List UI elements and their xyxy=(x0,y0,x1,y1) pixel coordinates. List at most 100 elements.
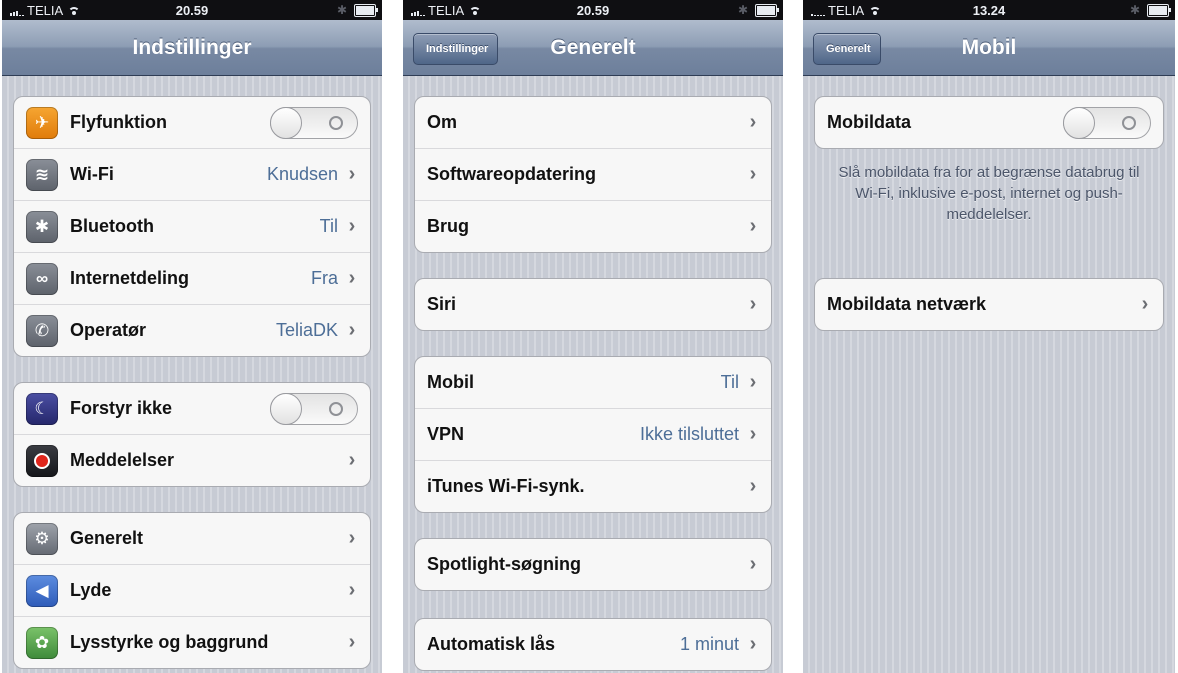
settings-row-forstyr-ikke[interactable]: ☾ Forstyr ikke xyxy=(14,383,370,434)
back-button[interactable]: Indstillinger xyxy=(413,33,499,65)
settings-group-about: Om › Softwareopdatering › Brug › xyxy=(414,96,772,253)
settings-row-internetdeling[interactable]: ∞ Internetdeling Fra › xyxy=(14,252,370,304)
settings-row-brug[interactable]: Brug › xyxy=(415,200,771,252)
settings-group-spotlight: Spotlight-søgning › xyxy=(414,538,772,591)
signal-strength-icon xyxy=(811,6,825,16)
settings-row-bluetooth[interactable]: ✱ Bluetooth Til › xyxy=(14,200,370,252)
notifications-icon xyxy=(26,444,58,477)
settings-row-vpn[interactable]: VPN Ikke tilsluttet › xyxy=(415,408,771,460)
row-value: Til xyxy=(319,216,338,236)
settings-row-generelt[interactable]: ⚙ Generelt › xyxy=(14,513,370,564)
wifi-status-icon xyxy=(469,6,482,15)
row-label: Brug xyxy=(427,216,469,236)
navigation-bar: Generelt Indstillinger xyxy=(403,20,783,76)
signal-strength-icon xyxy=(411,6,425,16)
chevron-right-icon: › xyxy=(749,293,757,315)
battery-icon xyxy=(755,3,779,17)
settings-group-mobildata: Mobildata xyxy=(814,96,1164,149)
status-bar: TELIA 20.59 ✱ xyxy=(2,0,382,20)
settings-row-operator[interactable]: ✆ Operatør TeliaDK › xyxy=(14,304,370,356)
chevron-right-icon: › xyxy=(749,163,757,185)
chevron-right-icon: › xyxy=(749,423,757,445)
wifi-status-icon xyxy=(68,6,81,15)
status-bar: TELIA 20.59 ✱ xyxy=(403,0,783,20)
row-value: Knudsen xyxy=(266,164,338,184)
settings-row-mobildata-netvaerk[interactable]: Mobildata netværk › xyxy=(815,279,1163,330)
row-value: Ikke tilsluttet xyxy=(639,424,739,444)
settings-row-siri[interactable]: Siri › xyxy=(415,279,771,330)
carrier-label: TELIA xyxy=(828,3,865,18)
settings-row-meddelelser[interactable]: Meddelelser › xyxy=(14,434,370,486)
wifi-icon: ≋ xyxy=(26,158,58,191)
back-button-label: Indstillinger xyxy=(426,43,489,55)
settings-row-om[interactable]: Om › xyxy=(415,97,771,148)
settings-group-mobildata-network: Mobildata netværk › xyxy=(814,278,1164,331)
row-label: Internetdeling xyxy=(70,268,190,288)
airplane-mode-toggle[interactable] xyxy=(270,106,358,139)
chain-link-icon: ∞ xyxy=(26,262,58,295)
bluetooth-status-icon: ✱ xyxy=(1129,3,1140,17)
chevron-right-icon: › xyxy=(348,163,356,185)
settings-row-lysstyrke[interactable]: ✿ Lysstyrke og baggrund › xyxy=(14,616,370,668)
settings-group-connectivity: ✈ Flyfunktion ≋ Wi-Fi Knudsen › ✱ Blueto… xyxy=(13,96,371,357)
settings-group-network: Mobil Til › VPN Ikke tilsluttet › iTunes… xyxy=(414,356,772,513)
row-label: Operatør xyxy=(70,320,147,340)
carrier-label: TELIA xyxy=(428,3,465,18)
settings-row-automatisk-laas[interactable]: Automatisk lås 1 minut › xyxy=(415,619,771,670)
chevron-right-icon: › xyxy=(348,267,356,289)
page-title: Indstillinger xyxy=(132,36,252,59)
mobile-screen: TELIA 13.24 ✱ Mobil Generelt Mobildata S… xyxy=(803,0,1175,673)
mobile-data-footnote: Slå mobildata fra for at begrænse databr… xyxy=(838,164,1140,223)
bluetooth-status-icon: ✱ xyxy=(737,3,748,17)
navigation-bar: Indstillinger xyxy=(2,20,382,76)
back-button-label: Generelt xyxy=(826,43,871,55)
settings-row-mobil[interactable]: Mobil Til › xyxy=(415,357,771,408)
chevron-right-icon: › xyxy=(348,631,356,653)
settings-row-softwareopdatering[interactable]: Softwareopdatering › xyxy=(415,148,771,200)
do-not-disturb-toggle[interactable] xyxy=(270,392,358,425)
bluetooth-status-icon: ✱ xyxy=(336,3,347,17)
chevron-right-icon: › xyxy=(749,215,757,237)
row-label: Mobil xyxy=(427,372,474,392)
settings-row-lyde[interactable]: ◀ Lyde › xyxy=(14,564,370,616)
phone-icon: ✆ xyxy=(26,314,58,347)
wifi-status-icon xyxy=(869,6,882,15)
chevron-right-icon: › xyxy=(348,215,356,237)
chevron-right-icon: › xyxy=(1141,293,1149,315)
settings-row-mobildata[interactable]: Mobildata xyxy=(815,97,1163,148)
row-label: Spotlight-søgning xyxy=(427,554,581,574)
row-label: Mobildata xyxy=(827,112,911,132)
moon-icon: ☾ xyxy=(26,392,58,425)
chevron-right-icon: › xyxy=(348,527,356,549)
row-label: Wi-Fi xyxy=(70,164,114,184)
row-value: Fra xyxy=(311,268,338,288)
chevron-right-icon: › xyxy=(749,475,757,497)
settings-row-flyfunktion[interactable]: ✈ Flyfunktion xyxy=(14,97,370,148)
flower-icon: ✿ xyxy=(26,626,58,659)
back-button[interactable]: Generelt xyxy=(813,33,881,65)
signal-strength-icon xyxy=(10,6,24,16)
settings-group-general: ⚙ Generelt › ◀ Lyde › ✿ Lysstyrke og bag… xyxy=(13,512,371,669)
settings-screen: TELIA 20.59 ✱ Indstillinger ✈ Flyfunktio… xyxy=(2,0,382,673)
row-value: 1 minut xyxy=(679,634,739,654)
settings-row-wifi[interactable]: ≋ Wi-Fi Knudsen › xyxy=(14,148,370,200)
gear-icon: ⚙ xyxy=(26,522,58,555)
general-screen: TELIA 20.59 ✱ Generelt Indstillinger Om … xyxy=(403,0,783,673)
row-label: Meddelelser xyxy=(70,450,175,470)
mobile-data-toggle[interactable] xyxy=(1063,106,1151,139)
row-label: VPN xyxy=(427,424,465,444)
chevron-right-icon: › xyxy=(348,449,356,471)
settings-row-spotlight[interactable]: Spotlight-søgning › xyxy=(415,539,771,590)
chevron-right-icon: › xyxy=(749,553,757,575)
settings-group-notifications: ☾ Forstyr ikke Meddelelser › xyxy=(13,382,371,487)
speaker-icon: ◀ xyxy=(26,574,58,607)
status-bar: TELIA 13.24 ✱ xyxy=(803,0,1175,20)
settings-row-itunes-wifi-sync[interactable]: iTunes Wi-Fi-synk. › xyxy=(415,460,771,512)
row-label: Om xyxy=(427,112,458,132)
airplane-icon: ✈ xyxy=(26,106,58,139)
row-value: TeliaDK xyxy=(275,320,338,340)
row-label: Lysstyrke og baggrund xyxy=(70,632,269,652)
settings-group-siri: Siri › xyxy=(414,278,772,331)
row-label: Forstyr ikke xyxy=(70,398,173,418)
navigation-bar: Mobil Generelt xyxy=(803,20,1175,76)
